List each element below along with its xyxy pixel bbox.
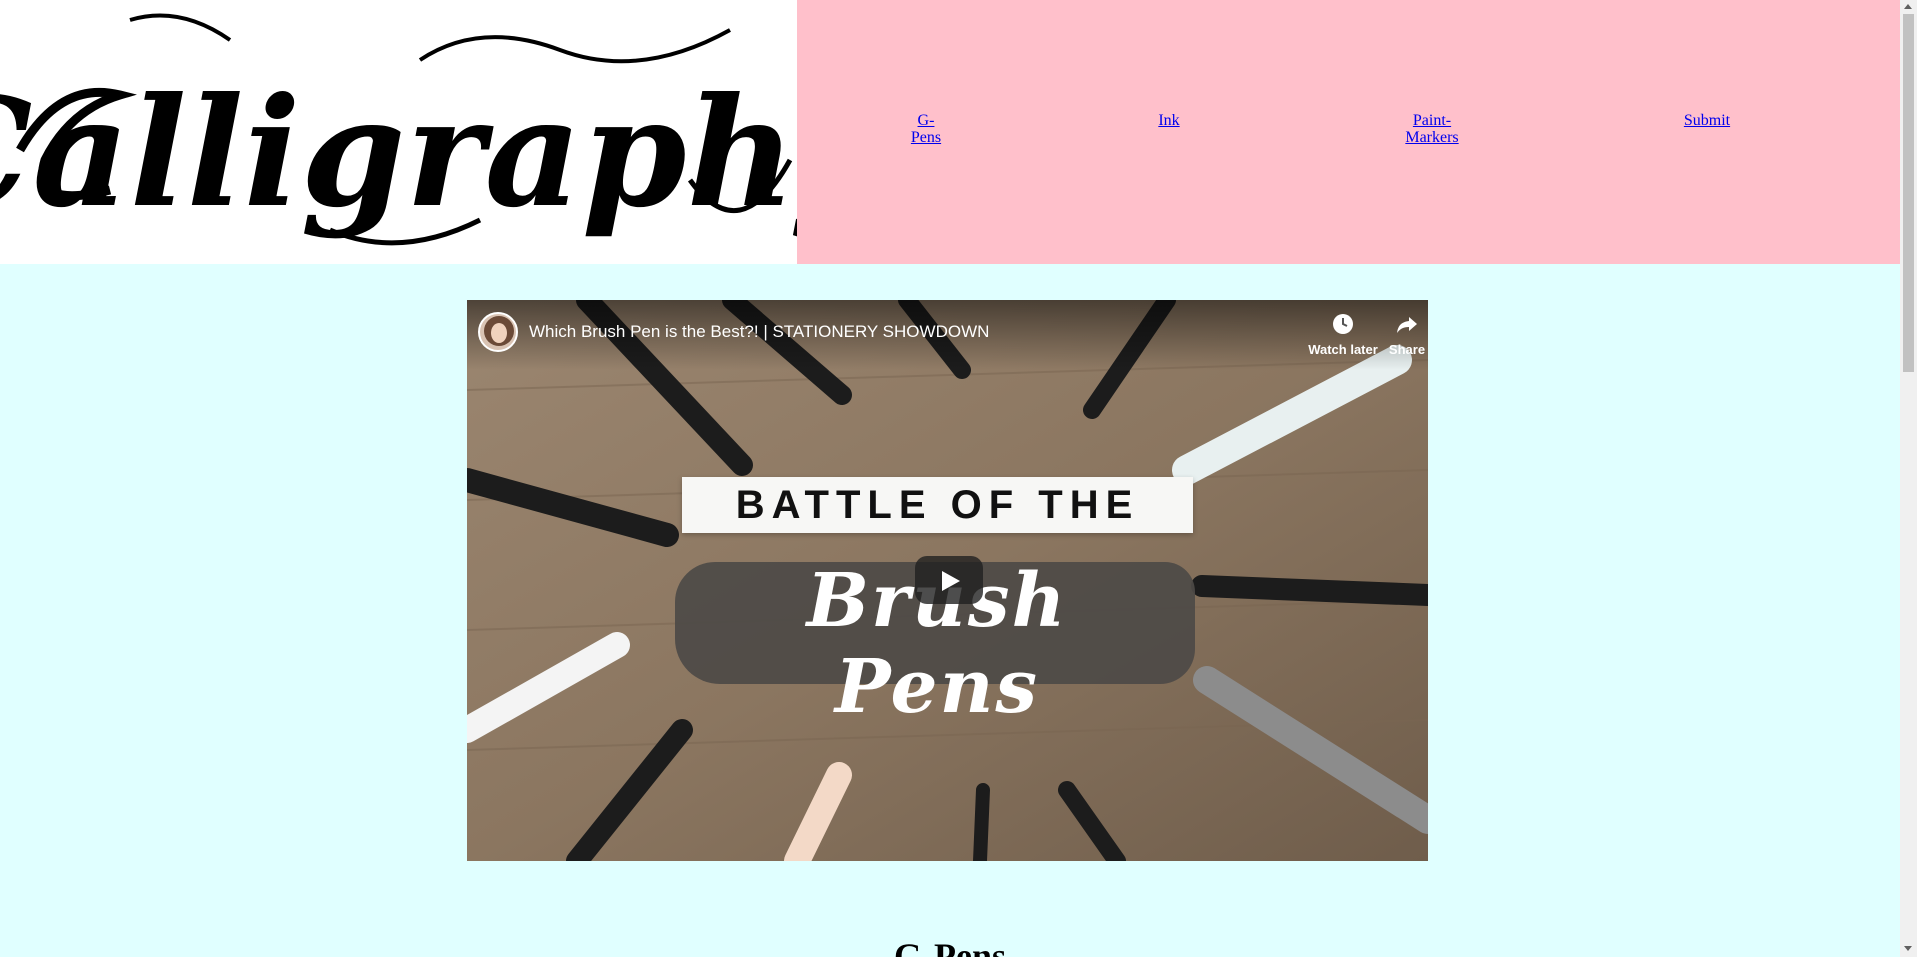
nav-link-paint-markers[interactable]: Paint- Markers — [1397, 112, 1467, 146]
nav-link-submit[interactable]: Submit — [1677, 112, 1737, 129]
nav-link-line: Submit — [1683, 112, 1731, 129]
clock-icon — [1333, 314, 1353, 334]
nav-link-line: Markers — [1405, 129, 1459, 146]
logo: Calligraphy — [0, 0, 797, 264]
share-button[interactable]: Share — [1382, 312, 1428, 357]
nav-link-ink[interactable]: Ink — [1149, 112, 1189, 129]
watch-later-label: Watch later — [1308, 342, 1378, 357]
page: Calligraphy G-Pens Ink Paint-Markers Sub… — [0, 0, 1900, 957]
thumbnail-banner-text: BATTLE OF THE — [682, 477, 1193, 533]
main-nav: G- Pens Ink Paint- Markers Submit — [797, 0, 1900, 264]
nav-link-g-pens[interactable]: G- Pens — [896, 112, 956, 146]
site-header: Calligraphy G-Pens Ink Paint-Markers Sub… — [0, 0, 1900, 264]
share-label: Share — [1388, 342, 1426, 357]
vertical-scrollbar[interactable] — [1900, 0, 1917, 957]
play-icon[interactable] — [915, 556, 983, 604]
youtube-video-embed[interactable]: Which Brush Pen is the Best?! | STATIONE… — [467, 300, 1428, 861]
scroll-up-arrow-icon[interactable] — [1904, 4, 1912, 9]
logo-text: Calligraphy — [0, 65, 797, 241]
nav-link-line: Pens — [910, 129, 942, 146]
section-heading-g-pens: G-Pens — [894, 936, 1006, 957]
watch-later-button[interactable]: Watch later — [1303, 312, 1383, 357]
channel-avatar[interactable] — [478, 312, 518, 352]
nav-link-line: Paint- — [1412, 112, 1452, 129]
calligraphy-logo-image: Calligraphy — [0, 13, 797, 246]
share-icon — [1397, 317, 1417, 333]
scrollbar-thumb[interactable] — [1903, 14, 1914, 372]
nav-link-line: Ink — [1158, 112, 1180, 129]
video-title[interactable]: Which Brush Pen is the Best?! | STATIONE… — [529, 322, 989, 342]
nav-link-line: G- — [917, 112, 935, 129]
scroll-down-arrow-icon[interactable] — [1904, 946, 1912, 951]
